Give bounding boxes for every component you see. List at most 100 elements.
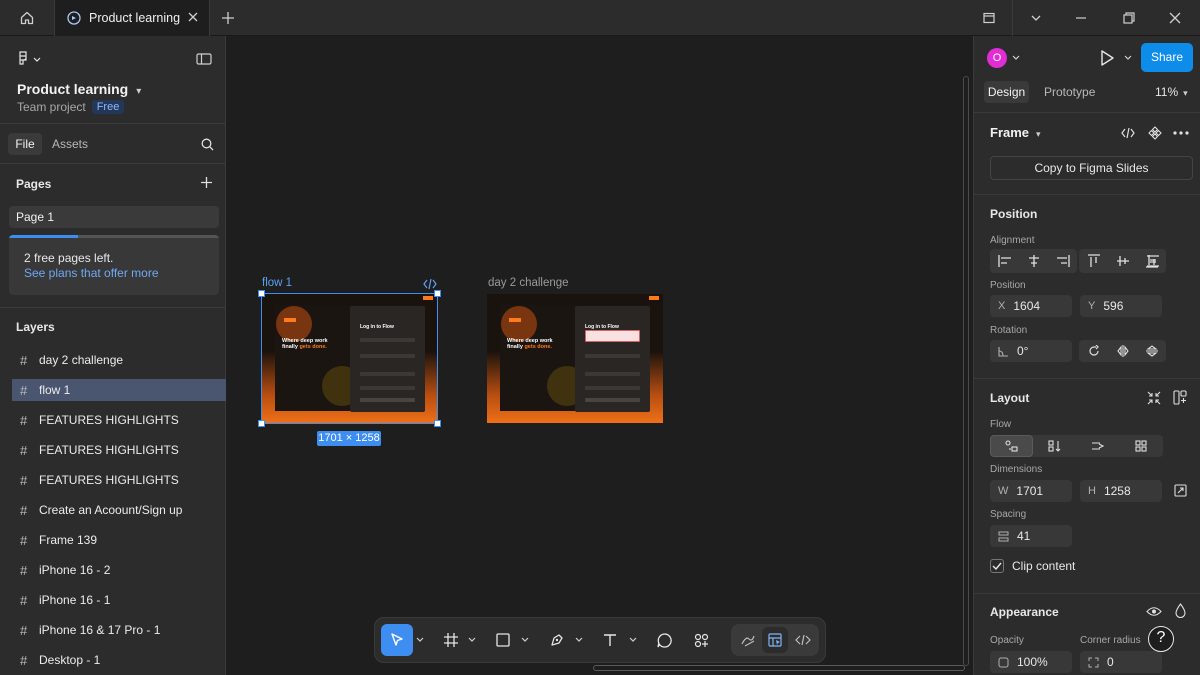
align-left-button[interactable] [990, 249, 1019, 273]
frame-type-selector[interactable]: Frame ▾ [990, 125, 1041, 140]
width-field[interactable]: W 1701 [990, 480, 1072, 502]
code-icon[interactable] [423, 278, 437, 290]
tab-design[interactable]: Design [984, 81, 1029, 103]
divider [0, 123, 226, 124]
corner-radius-field[interactable]: 0 [1080, 651, 1162, 673]
play-icon[interactable] [1098, 49, 1116, 67]
close-tab-icon[interactable] [187, 11, 199, 23]
search-button[interactable] [201, 138, 214, 151]
align-top-button[interactable] [1079, 249, 1108, 273]
x-position-field[interactable]: X 1604 [990, 295, 1072, 317]
resize-handle[interactable] [434, 420, 441, 427]
layer-item[interactable]: # FEATURES HIGHLIGHTS [12, 469, 226, 491]
new-tab-icon[interactable] [218, 8, 238, 28]
copy-to-slides-button[interactable]: Copy to Figma Slides [990, 156, 1193, 180]
frame-day-2-challenge[interactable]: Where deep work finally gets done. Log in… [487, 294, 663, 423]
chevron-down-icon[interactable] [1012, 55, 1020, 61]
draw-mode-button[interactable] [735, 627, 761, 653]
component-icon[interactable] [1148, 126, 1162, 140]
actions-icon [694, 633, 708, 647]
restore-button[interactable] [1106, 0, 1152, 36]
align-center-h-button[interactable] [1019, 249, 1048, 273]
layout-grid-icon[interactable] [1173, 390, 1187, 406]
pen-tool-menu[interactable] [573, 624, 585, 656]
distribute-button[interactable] [1138, 249, 1167, 273]
dev-mode-button[interactable] [790, 627, 816, 653]
spacing-field[interactable]: 41 [990, 525, 1072, 547]
opacity-field[interactable]: 100% [990, 651, 1072, 673]
layer-item[interactable]: # iPhone 16 & 17 Pro - 1 [12, 619, 226, 641]
see-plans-link[interactable]: See plans that offer more [24, 266, 159, 280]
page-item-page-1[interactable]: Page 1 [9, 206, 219, 228]
text-tool-menu[interactable] [627, 624, 639, 656]
flow-grid-button[interactable] [1119, 435, 1162, 457]
project-title[interactable]: Product learning ▾ [17, 81, 141, 97]
flow-vertical-button[interactable] [1033, 435, 1076, 457]
close-window-button[interactable] [1152, 0, 1198, 36]
window-menu-button[interactable] [966, 0, 1012, 36]
frame-tool-menu[interactable] [466, 624, 478, 656]
tab-file[interactable]: File [8, 133, 42, 155]
layer-item[interactable]: # Frame 139 [12, 529, 226, 551]
align-right-button[interactable] [1048, 249, 1077, 273]
shape-tool-button[interactable] [490, 624, 516, 656]
resize-to-fit-icon[interactable] [1174, 484, 1187, 497]
chevron-down-icon[interactable] [1124, 55, 1132, 61]
login-field [585, 354, 640, 358]
text-tool-button[interactable] [597, 624, 623, 656]
clip-content-checkbox[interactable] [990, 559, 1004, 573]
layer-item[interactable]: # Desktop - 1 [12, 649, 226, 671]
frame-tool-button[interactable] [438, 624, 464, 656]
toggle-sidebar-button[interactable] [196, 53, 212, 65]
vertical-scrollbar[interactable] [963, 76, 969, 666]
frame-label-flow-1[interactable]: flow 1 [262, 277, 292, 289]
code-icon[interactable] [1121, 127, 1135, 139]
layer-item[interactable]: # Create an Acoount/Sign up [12, 499, 226, 521]
eye-icon[interactable] [1146, 606, 1162, 617]
actions-tool-button[interactable] [688, 624, 714, 656]
pen-tool-button[interactable] [544, 624, 570, 656]
comment-tool-button[interactable] [651, 624, 677, 656]
layer-item[interactable]: # day 2 challenge [12, 349, 226, 371]
move-tool-menu[interactable] [414, 624, 426, 656]
layer-item[interactable]: # flow 1 [12, 379, 226, 401]
flip-vertical-button[interactable] [1137, 340, 1166, 362]
tab-product-learning[interactable]: Product learning [54, 0, 210, 36]
shape-tool-menu[interactable] [519, 624, 531, 656]
design-mode-button[interactable] [762, 627, 788, 653]
resize-handle[interactable] [258, 420, 265, 427]
zoom-level[interactable]: 11% ▾ [1155, 81, 1188, 103]
minimize-button[interactable] [1058, 0, 1104, 36]
add-page-button[interactable] [200, 176, 213, 189]
home-button[interactable] [0, 0, 54, 36]
tab-prototype[interactable]: Prototype [1044, 81, 1095, 103]
rotate-button[interactable] [1079, 340, 1108, 362]
flip-horizontal-button[interactable] [1108, 340, 1137, 362]
main-menu-button[interactable] [17, 51, 43, 67]
collapse-icon[interactable] [1147, 391, 1161, 405]
avatar[interactable]: O [987, 48, 1007, 68]
droplet-icon[interactable] [1175, 603, 1186, 618]
resize-handle[interactable] [258, 290, 265, 297]
layer-item[interactable]: # FEATURES HIGHLIGHTS [12, 409, 226, 431]
rotation-field[interactable]: 0° [990, 340, 1072, 362]
align-middle-button[interactable] [1108, 249, 1137, 273]
flow-horizontal-button[interactable] [1076, 435, 1119, 457]
plan-badge[interactable]: Free [91, 100, 125, 114]
help-button[interactable]: ? [1148, 626, 1174, 652]
more-icon[interactable] [1173, 131, 1189, 135]
tab-assets[interactable]: Assets [52, 133, 88, 155]
frame-label-day-2-challenge[interactable]: day 2 challenge [488, 277, 569, 289]
move-tool-button[interactable] [381, 624, 413, 656]
layer-item[interactable]: # iPhone 16 - 1 [12, 589, 226, 611]
layer-label: flow 1 [39, 383, 71, 397]
resize-handle[interactable] [434, 290, 441, 297]
height-field[interactable]: H 1258 [1080, 480, 1162, 502]
layer-item[interactable]: # iPhone 16 - 2 [12, 559, 226, 581]
layer-item[interactable]: # FEATURES HIGHLIGHTS [12, 439, 226, 461]
flow-freeform-button[interactable] [990, 435, 1033, 457]
share-button[interactable]: Share [1141, 43, 1193, 72]
horizontal-scrollbar[interactable] [593, 665, 965, 671]
dropdown-button[interactable] [1012, 0, 1058, 36]
y-position-field[interactable]: Y 596 [1080, 295, 1162, 317]
